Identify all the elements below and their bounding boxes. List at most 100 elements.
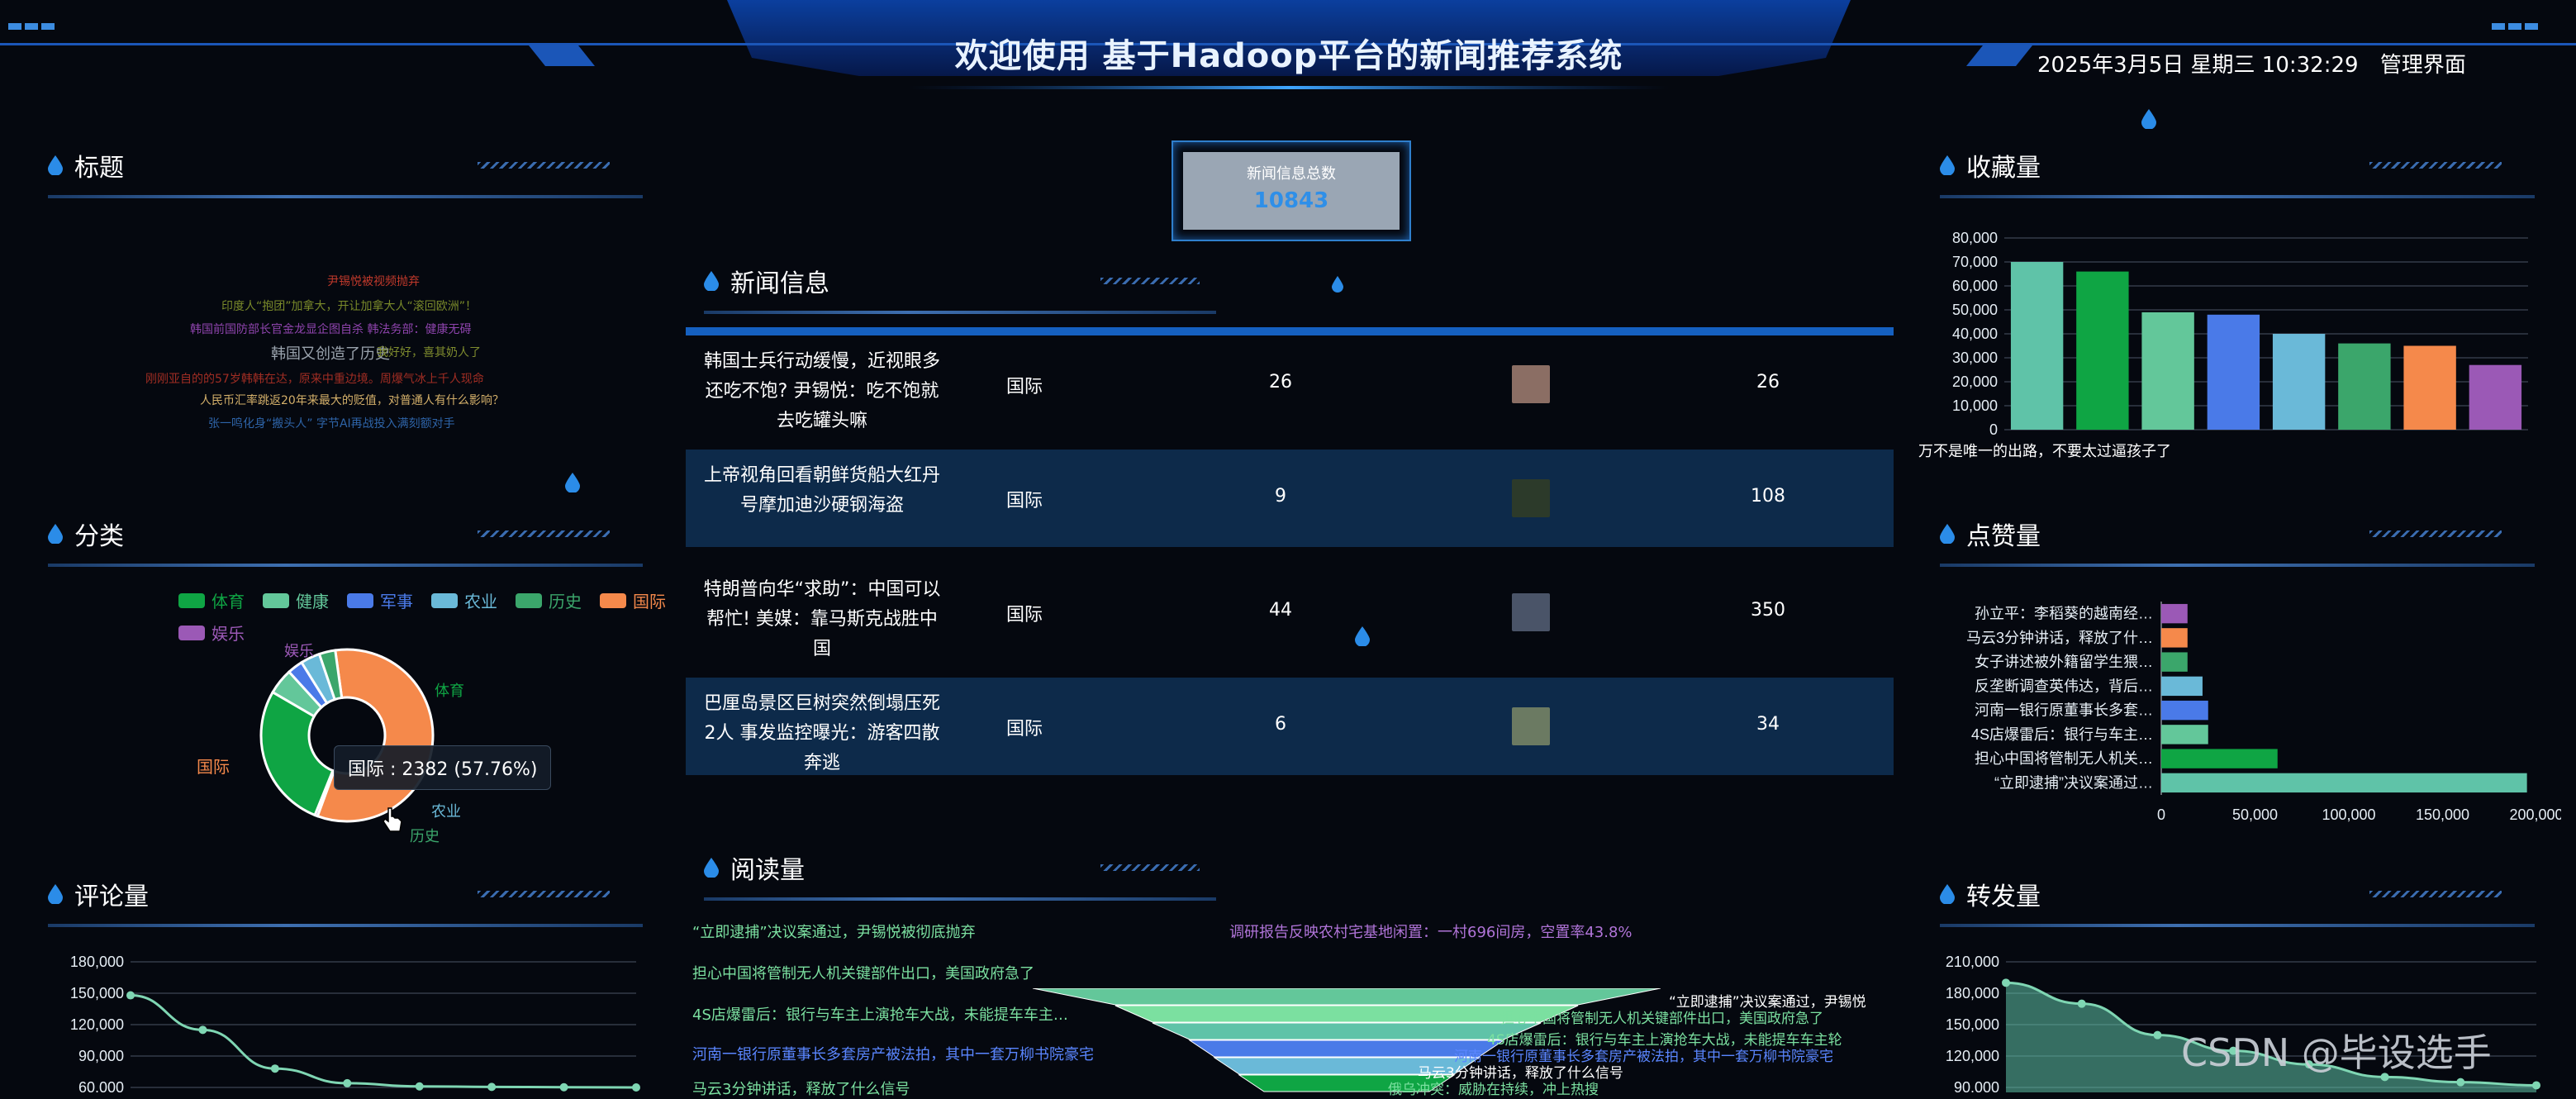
legend-label: 国际 [633,592,666,611]
comments-area-chart[interactable]: 180,000 150,000 120,000 90,000 60,000 [33,950,644,1092]
x-tick-label: 150,000 [2416,806,2469,823]
news-row[interactable]: 特朗普向华“求助”：中国可以帮忙! 美媒：靠马斯克战胜中国 国际 44 350 [686,564,1894,661]
bar[interactable] [2161,749,2278,768]
word-cloud-item[interactable]: 韩国前国防部长官金龙显企图自杀 韩法务部：健康无碍 [190,321,471,337]
word-cloud-item[interactable]: 人民币汇率跳返20年来最大的贬值，对普通人有什么影响？ [200,392,504,408]
legend-item[interactable]: 娱乐 [178,621,245,645]
word-cloud-item[interactable]: 韩国又创造了历史 [271,342,390,364]
legend-label: 体育 [211,592,245,611]
donut-slice[interactable] [259,690,335,817]
legend-item[interactable]: 体育 [178,588,245,612]
droplet-icon [1940,524,1955,544]
legend-item[interactable]: 国际 [600,588,666,612]
news-thumbnail[interactable] [1512,479,1550,517]
bar[interactable] [2161,603,2188,624]
title-decoration [2369,891,2502,897]
bar[interactable] [2207,314,2260,430]
title-underline [48,195,643,198]
word-cloud-item[interactable]: 刚刚亚自的的57岁韩韩在达，原来中重边境。周爆气冰上千人现命 [145,370,484,387]
data-point[interactable] [632,1083,640,1092]
area-line [130,994,637,1089]
data-point[interactable] [2532,1081,2540,1090]
data-point[interactable] [2002,978,2010,987]
legend-swatch [347,592,373,608]
word-cloud-item[interactable]: 印度人“抱团”加拿大，开让加拿大人“滚回欧洲”！ [221,297,477,314]
bar[interactable] [2338,343,2391,430]
news-title[interactable]: 巴厘岛景区巨树突然倒塌压死2人 事发监控曝光：游客四散奔逃 [702,689,942,778]
data-point[interactable] [270,1064,279,1073]
bar[interactable] [2161,676,2203,697]
news-row[interactable]: 上帝视角回看朝鲜货船大红丹号摩加迪沙硬钢海盗 国际 9 108 [686,450,1894,547]
news-row[interactable]: 巴厘岛景区巨树突然倒塌压死2人 事发监控曝光：游客四散奔逃 国际 6 34 [686,678,1894,775]
news-title[interactable]: 韩国士兵行动缓慢，近视眼多还吃不饱? 尹锡悦：吃不饱就去吃罐头嘛 [702,347,942,436]
legend-item[interactable]: 健康 [263,588,329,612]
data-point[interactable] [415,1082,424,1091]
reads-list-item[interactable]: 4S店爆雷后：银行与车主上演抢车大战，未能提车车主… [692,1003,1068,1025]
data-point[interactable] [559,1082,568,1092]
reads-list-item[interactable]: 马云3分钟讲话，释放了什么信号 [692,1078,910,1099]
favorites-bar-chart[interactable]: 80,000 70,000 60,000 50,000 40,000 30,000 20,0… [1908,228,2545,443]
bar[interactable] [2161,628,2188,648]
y-tick-label: 马云3分钟讲话，释放了什… [1966,630,2153,646]
bar[interactable] [2076,271,2129,430]
legend-item[interactable]: 军事 [347,588,413,612]
reads-list-item[interactable]: 河南一银行原董事长多套房产被法拍，其中一套万柳书院豪宅 [692,1043,1094,1064]
bar[interactable] [2272,334,2326,430]
bar[interactable] [2161,773,2527,793]
y-tick-label: 120,000 [70,1016,124,1033]
y-tick-label: 孙立平：李稻葵的越南经… [1975,606,2153,622]
y-tick-label: 150,000 [1946,1016,1999,1033]
bar[interactable] [2469,364,2522,430]
droplet-icon [48,524,63,544]
news-thumbnail[interactable] [1512,593,1550,631]
title-decoration [2369,162,2502,169]
bar[interactable] [2403,345,2456,431]
reads-list-item[interactable]: 调研报告反映农村宅基地闲置：一村696间房，空置率43.8% [1229,921,1633,942]
y-tick-label: “立即逮捕”决议案通过… [1994,774,2153,791]
legend-swatch [178,592,205,608]
news-count: 26 [1756,372,1780,392]
legend-label: 农业 [464,592,497,611]
data-point[interactable] [2153,1030,2162,1040]
reads-list-item[interactable]: “立即逮捕”决议案通过，尹锡悦被彻底抛弃 [692,921,976,942]
donut-label-sport: 体育 [435,683,464,700]
y-tick-label: 50,000 [1952,302,1998,318]
total-count-value: 10843 [1253,188,1329,213]
title-decoration [1100,864,1200,871]
news-title[interactable]: 上帝视角回看朝鲜货船大红丹号摩加迪沙硬钢海盗 [702,461,942,521]
donut-label-intl: 国际 [197,757,230,777]
news-count: 44 [1269,600,1292,621]
bar[interactable] [2010,262,2064,430]
bar[interactable] [2161,700,2208,721]
word-cloud-item[interactable]: 尹锡悦被视频抛弃 [327,273,420,289]
legend-swatch [600,592,626,608]
legend-item[interactable]: 历史 [516,588,582,612]
legend-label: 娱乐 [211,624,245,644]
funnel-layer[interactable] [1152,1022,1542,1040]
word-cloud-item[interactable]: 张一鸣化身“搬头人” 字节AI再战投入满刻额对手 [208,415,455,431]
comments-panel-header: 评论量 [48,876,643,927]
data-point[interactable] [2077,999,2086,1008]
legend-item[interactable]: 农业 [431,588,497,612]
news-thumbnail[interactable] [1512,365,1550,403]
data-point[interactable] [198,1025,207,1035]
news-thumbnail[interactable] [1512,707,1550,745]
y-tick-label: 20,000 [1952,373,1998,390]
data-point[interactable] [487,1082,497,1092]
data-point[interactable] [126,991,135,1000]
news-row[interactable]: 韩国士兵行动缓慢，近视眼多还吃不饱? 尹锡悦：吃不饱就去吃罐头嘛 国际 26 26 [686,335,1894,433]
bar[interactable] [2161,652,2188,672]
data-point[interactable] [2456,1078,2465,1087]
bar[interactable] [2141,312,2194,430]
news-title[interactable]: 特朗普向华“求助”：中国可以帮忙! 美媒：靠马斯克战胜中国 [702,575,942,664]
title-decoration [478,530,610,537]
data-point[interactable] [343,1078,352,1087]
funnel-label: 俄乌冲突：威胁在持续，冲上热搜 [1388,1082,1599,1098]
reads-list-item[interactable]: 担心中国将管制无人机关键部件出口，美国政府急了 [692,962,1034,983]
funnel-layer[interactable] [1033,988,1661,1006]
admin-link[interactable]: 管理界面 [2380,53,2466,78]
bar[interactable] [2161,725,2208,745]
news-category: 国际 [1005,605,1043,626]
word-cloud-item[interactable]: 我好好，喜其奶人了 [377,344,481,360]
likes-bar-chart[interactable]: 孙立平：李稻葵的越南经… 马云3分钟讲话，释放了什… 女子讲述被外籍留学生猥… 反垄断… [1917,595,2561,835]
